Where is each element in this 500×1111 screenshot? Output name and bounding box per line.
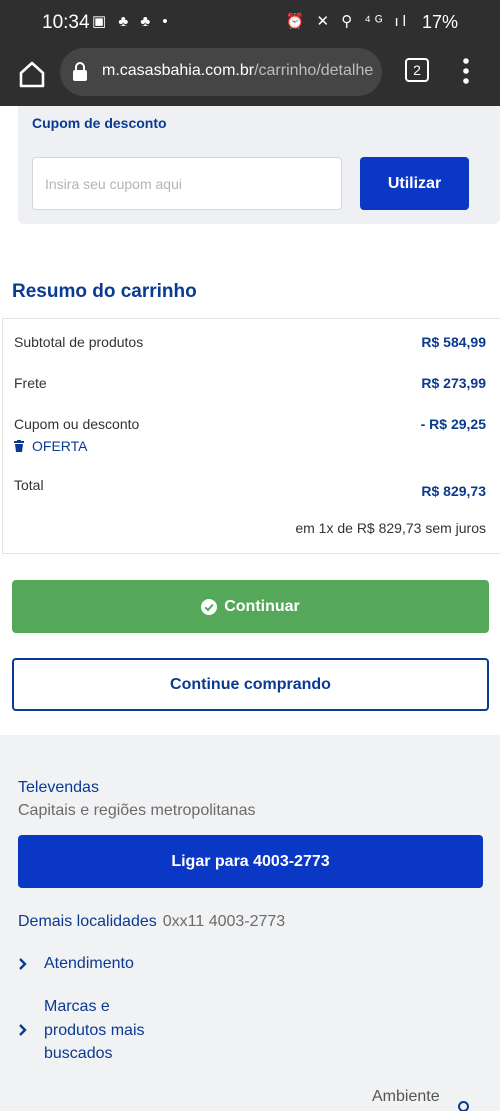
subtotal-value: R$ 584,99 [421, 334, 486, 350]
remove-offer-link[interactable]: OFERTA [14, 438, 88, 454]
footer: Televendas Capitais e regiões metropolit… [0, 735, 500, 1111]
subtotal-label: Subtotal de produtos [14, 334, 144, 350]
browser-toolbar: m.casasbahia.com.br/carrinho/detalhes 2 [0, 46, 500, 106]
check-circle-icon [201, 598, 218, 615]
footer-link-marcas[interactable]: Marcas e produtos mais buscados [18, 995, 164, 1066]
chevron-right-icon [19, 1024, 27, 1037]
cart-summary-title: Resumo do carrinho [12, 281, 197, 302]
telesales-title: Televendas [18, 779, 99, 796]
chevron-right-icon [19, 958, 27, 970]
telesales-subtitle: Capitais e regiões metropolitanas [18, 802, 256, 819]
continue-shopping-button[interactable]: Continue comprando [12, 658, 489, 711]
tab-switcher-button[interactable]: 2 [405, 58, 429, 82]
call-button[interactable]: Ligar para 4003-2773 [18, 835, 483, 888]
home-icon[interactable] [14, 56, 50, 92]
status-bar: 10:34 ▣ ♣ ♣ • ⏰ ✕ ⚲ ⁴ᴳ ıl 17% [0, 0, 500, 46]
trash-icon[interactable] [14, 440, 24, 452]
url-path: /carrinho/detalhes [254, 62, 374, 79]
lock-icon [73, 62, 87, 81]
url-text: m.casasbahia.com.br/carrinho/detalhes [102, 62, 374, 80]
notification-icons: ▣ ♣ ♣ • [92, 13, 172, 30]
footer-link-label: Atendimento [44, 955, 134, 972]
apply-coupon-button[interactable]: Utilizar [360, 157, 469, 210]
search-icon [458, 1101, 469, 1111]
coupon-panel: Cupom de desconto Utilizar [18, 106, 500, 224]
other-locations: Demais localidades 0xx11 4003-2773 [18, 913, 285, 931]
footer-link-atendimento[interactable]: Atendimento [18, 955, 134, 973]
system-icons: ⏰ ✕ ⚲ ⁴ᴳ ıl [285, 13, 410, 30]
discount-label: Cupom ou desconto [14, 416, 140, 432]
shipping-label: Frete [14, 375, 47, 391]
other-locations-number: 0xx11 4003-2773 [162, 913, 286, 930]
continue-button[interactable]: Continuar [12, 580, 489, 633]
other-locations-label: Demais localidades [18, 913, 157, 930]
status-time: 10:34 [42, 12, 90, 33]
coupon-label: Cupom de desconto [32, 115, 167, 131]
footer-link-label: Marcas e produtos mais buscados [44, 998, 145, 1062]
more-options-icon[interactable] [456, 56, 476, 86]
coupon-input[interactable] [32, 157, 342, 210]
discount-value: - R$ 29,25 [420, 416, 486, 432]
shipping-value: R$ 273,99 [421, 375, 486, 391]
address-bar[interactable]: m.casasbahia.com.br/carrinho/detalhes [60, 48, 382, 96]
total-value: R$ 829,73 [421, 483, 486, 499]
ambiente-label: Ambiente [372, 1088, 440, 1105]
offer-tag-label: OFERTA [32, 438, 88, 454]
cart-summary-box [2, 318, 500, 554]
url-domain: m.casasbahia.com.br [102, 62, 255, 79]
continue-label: Continuar [224, 597, 300, 615]
total-label: Total [14, 477, 44, 493]
installments-text: em 1x de R$ 829,73 sem juros [295, 520, 486, 536]
battery-level: 17% [421, 12, 458, 32]
